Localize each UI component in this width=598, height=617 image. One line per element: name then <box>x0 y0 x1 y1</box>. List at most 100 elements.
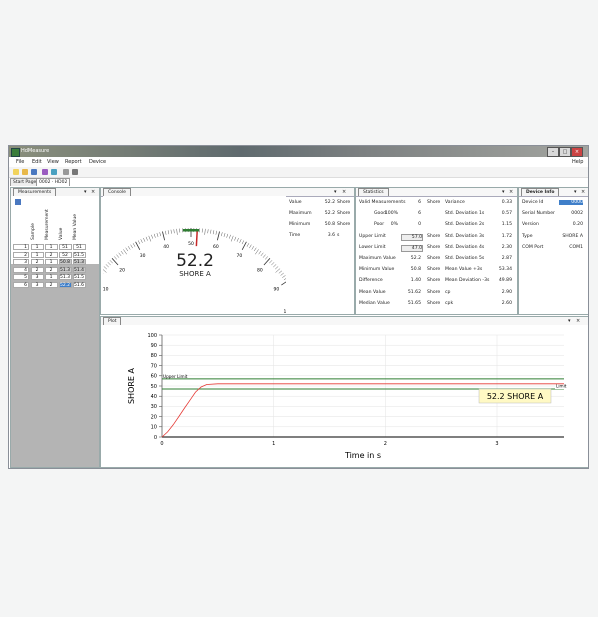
pin-icon[interactable]: ▾ <box>574 189 577 195</box>
reading-label: Maximum <box>289 211 312 216</box>
close-icon[interactable]: × <box>576 318 580 324</box>
plot-chart: 0 10 20 30 40 50 60 70 80 90 100 0 1 2 3 Upper Limit Lim… <box>101 325 588 467</box>
save-icon[interactable] <box>15 199 21 205</box>
x-tick-label: 0 <box>160 441 163 447</box>
maximize-button[interactable]: □ <box>559 147 571 157</box>
reading-label: Minimum <box>289 222 311 227</box>
export-icon[interactable] <box>51 169 57 175</box>
menu-view[interactable]: View <box>47 159 59 165</box>
table-cell: 2 <box>31 266 44 273</box>
console-panel: Console ▾ × 010203040506070809010052.2SH… <box>100 187 355 315</box>
close-icon[interactable]: × <box>581 189 585 195</box>
chart-icon[interactable] <box>42 169 48 175</box>
new-icon[interactable] <box>13 169 19 175</box>
device-value[interactable]: 0000 <box>559 200 583 205</box>
menu-report[interactable]: Report <box>65 159 82 165</box>
table-row[interactable]: 2 1 2 52 51.5 <box>11 251 91 259</box>
reading-unit: Shore <box>337 222 351 227</box>
gauge-marker <box>183 229 199 232</box>
close-icon[interactable]: × <box>342 189 346 195</box>
gauge-scale-label: 20 <box>119 267 125 273</box>
menu-device[interactable]: Device <box>89 159 106 165</box>
tab-start-page[interactable]: Start Page <box>10 178 40 186</box>
device-label: Type <box>522 233 533 239</box>
stat-value: 1.72 <box>501 233 512 239</box>
y-tick-label: 90 <box>151 343 157 349</box>
measurements-table: Sample Measurement Value Mean Value 1115… <box>11 208 99 288</box>
reading-unit: s <box>337 233 340 238</box>
tab-device[interactable]: 0002 · HD02 <box>36 178 71 186</box>
reading-unit: Shore <box>337 200 351 205</box>
device-value: SHORE A <box>562 233 583 239</box>
table-cell: 51.4 <box>73 266 86 273</box>
print-icon[interactable] <box>63 169 69 175</box>
close-button[interactable]: × <box>571 147 583 157</box>
plot-tab[interactable]: Plot <box>103 317 122 325</box>
device-label: Serial Number <box>522 211 555 217</box>
gauge-unit: SHORE A <box>179 270 211 278</box>
stat-value: 0.57 <box>501 211 512 217</box>
table-row[interactable]: 6 3 2 52.2 51.6 <box>11 281 91 289</box>
gauge-value: 52.2 <box>176 251 214 271</box>
console-tab[interactable]: Console <box>103 188 131 196</box>
table-cell: 1 <box>31 244 44 250</box>
stat-value: 50.8 <box>410 267 421 273</box>
table-row[interactable]: 4 2 2 51.3 51.4 <box>11 266 91 274</box>
minimize-button[interactable]: – <box>547 147 559 157</box>
stat-label: Std. Deviation 4s <box>445 244 485 250</box>
table-cell: 4 <box>13 266 29 273</box>
stat-value: 1.15 <box>501 222 512 228</box>
pin-icon[interactable]: ▾ <box>84 189 87 195</box>
pin-icon[interactable]: ▾ <box>334 189 337 195</box>
stat-value: 1.40 <box>410 278 421 284</box>
stat-unit: Shore <box>427 244 441 250</box>
col-value: Value <box>59 227 64 240</box>
table-row[interactable]: 5 3 1 51.3 51.5 <box>11 274 91 281</box>
stat-label: Upper Limit <box>359 233 386 239</box>
pin-icon[interactable]: ▾ <box>568 318 571 324</box>
table-cell: 1 <box>45 274 58 280</box>
y-tick-label: 60 <box>151 374 157 380</box>
stat-label: Minimum Value <box>359 267 395 273</box>
menu-help[interactable]: Help <box>572 159 583 165</box>
stat-unit: Shore <box>427 233 441 239</box>
stat-label: Mean Value +3s <box>445 267 483 273</box>
close-icon[interactable]: × <box>91 189 95 195</box>
stat-value: 51.65 <box>407 300 421 306</box>
stat-unit: Shore <box>427 256 441 261</box>
measurements-tab[interactable]: Measurements <box>13 188 57 196</box>
device-label: COM Port <box>522 244 544 250</box>
save-icon[interactable] <box>31 169 37 175</box>
console-readings: Value 52.2 Shore Maximum 52.2 Shore Minimum 50.… <box>289 200 352 250</box>
open-icon[interactable] <box>22 169 28 175</box>
reading-label: Time <box>289 233 301 238</box>
window-title: HdMeasure <box>21 148 50 154</box>
table-row[interactable]: 1 1 1 51 51 <box>11 244 91 251</box>
device-value: 0002 <box>571 211 583 217</box>
statistics-tab[interactable]: Statistics <box>358 188 389 196</box>
upper-limit-label: Upper Limit <box>163 374 188 379</box>
measurements-toolbar <box>11 196 99 208</box>
menu-bar: File Edit View Report Device Help <box>9 158 588 167</box>
device-info-tab[interactable]: Device Info <box>521 188 560 196</box>
printer-icon[interactable] <box>72 169 78 175</box>
table-row[interactable]: 3 2 1 50.8 51.3 <box>11 259 91 266</box>
stat-label: Mean Deviation -3s <box>445 278 490 284</box>
stat-label: Median Value <box>359 300 390 306</box>
table-cell: 51.3 <box>59 266 72 273</box>
table-cell: 1 <box>13 244 29 250</box>
menu-edit[interactable]: Edit <box>32 159 42 165</box>
y-tick-label: 50 <box>151 384 157 390</box>
close-icon[interactable]: × <box>509 189 513 195</box>
table-cell: 3 <box>13 259 29 265</box>
stat-pct: 0% <box>390 222 398 228</box>
table-cell: 2 <box>45 251 58 258</box>
x-axis-label: Time in s <box>344 451 381 460</box>
menu-file[interactable]: File <box>16 159 24 165</box>
stat-label: Maximum Value <box>359 256 396 261</box>
x-tick-label: 1 <box>272 441 275 447</box>
y-axis-label: SHORE A <box>127 367 136 404</box>
stat-value: 51.62 <box>407 289 421 295</box>
pin-icon[interactable]: ▾ <box>502 189 505 195</box>
col-mean-value: Mean Value <box>73 213 78 240</box>
